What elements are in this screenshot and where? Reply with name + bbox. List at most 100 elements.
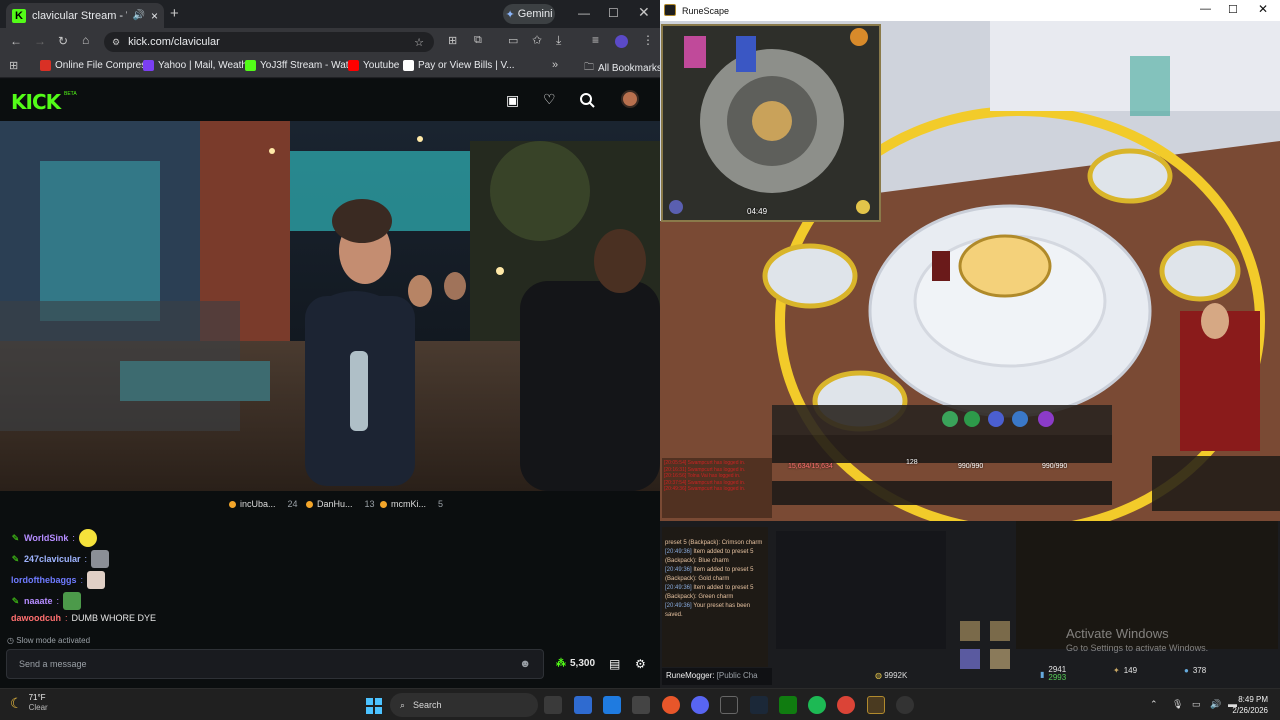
sub-badge-icon: ✎ — [11, 553, 20, 564]
bookmarks-icon[interactable]: ✩ — [532, 33, 542, 47]
tray-expand-icon[interactable]: ⌃ — [1150, 699, 1158, 710]
rs-titlebar: RuneScape — ☐ ✕ — [660, 0, 1280, 21]
download-icon[interactable]: ⤓ — [556, 33, 561, 48]
task-view-icon[interactable] — [544, 696, 562, 714]
menu-icon[interactable]: ⋮ — [642, 33, 654, 47]
slow-mode-notice: ◷ Slow mode activated — [7, 636, 91, 645]
steam-icon[interactable] — [750, 696, 768, 714]
chat-username[interactable]: lordofthebaggs — [11, 575, 77, 585]
money-pouch[interactable]: ◍ 9992K — [875, 671, 907, 680]
browser-window: K clavicular Stream - Watch L 🔊 × + ✦ Ge… — [0, 0, 660, 688]
tab-search-icon[interactable]: ▭ — [508, 34, 518, 47]
app-icon[interactable] — [896, 696, 914, 714]
forward-icon[interactable]: → — [34, 34, 46, 48]
kick-logo[interactable]: KICK — [11, 90, 61, 114]
chat-message: dawoodcuh: DUMB WHORE DYE — [11, 613, 157, 623]
brave-icon[interactable] — [662, 696, 680, 714]
chat-username[interactable]: 247clavicular — [24, 554, 81, 564]
stat-counter: ▮ 2941 2993 — [1040, 665, 1067, 682]
chat-username[interactable]: dawoodcuh — [11, 613, 61, 623]
bookmark-item-3[interactable]: Youtube — [348, 60, 399, 71]
bookmark-item-1[interactable]: Yahoo | Mail, Weath... — [143, 60, 255, 71]
network-icon[interactable]: ▭ — [1192, 699, 1201, 710]
gemini-button[interactable]: ✦ Gemini — [503, 4, 555, 24]
chat-username[interactable]: naaate — [24, 596, 53, 606]
address-bar[interactable]: ⚙ kick.com/clavicular ☆ — [104, 32, 434, 52]
more-bookmarks-icon[interactable]: » — [552, 59, 558, 71]
volume-icon[interactable]: 🔊 — [1210, 699, 1221, 710]
rs-chat-box[interactable]: preset 5 (Backpack): Crimson charm [20:4… — [662, 527, 768, 667]
search-icon[interactable] — [580, 93, 595, 108]
following-icon[interactable]: ▣ — [506, 92, 519, 109]
bookmark-item-4[interactable]: Pay or View Bills | V... — [403, 60, 515, 71]
spotify-icon[interactable] — [808, 696, 826, 714]
runescape-taskbar-icon[interactable] — [867, 696, 885, 714]
taskbar: ☾ 71°F Clear ⌕ Search ⌃ 🎙 ▭ 🔊 ▬ 8:49 PM 2… — [0, 688, 1280, 720]
maximize-icon[interactable]: ☐ — [1228, 3, 1238, 16]
game-viewport[interactable]: 04:49 15,634/15,634 128 990/990 990/990 … — [660, 21, 1280, 521]
media-icon[interactable]: ≡ — [592, 33, 599, 47]
rs-chat-input[interactable]: RuneMogger: [Public Cha — [662, 668, 772, 685]
chat-input[interactable]: Send a message ☻ — [6, 649, 544, 679]
audio-icon[interactable]: 🔊 — [133, 10, 145, 21]
epic-games-icon[interactable] — [720, 696, 738, 714]
reload-icon[interactable]: ↻ — [58, 34, 68, 48]
stream-video[interactable] — [0, 121, 660, 491]
preset-slot-icon[interactable] — [960, 621, 980, 641]
emoji-icon[interactable]: ☻ — [519, 658, 531, 670]
close-tab-icon[interactable]: × — [151, 9, 158, 23]
home-icon[interactable]: ⌂ — [82, 33, 89, 47]
minimize-icon[interactable]: — — [1200, 3, 1211, 15]
rs-chat-line: [20:49:36] Your preset has been saved. — [665, 603, 751, 618]
new-tab-icon[interactable]: + — [170, 5, 179, 22]
game-chatlog: [20:05:54] Swampcurt has logged in. [20:… — [662, 458, 772, 518]
tab-clavicular[interactable]: K clavicular Stream - Watch L 🔊 × — [6, 3, 164, 28]
cast-icon[interactable]: ⧉ — [474, 34, 482, 47]
gift-icon[interactable]: ▤ — [609, 657, 620, 671]
extension-icon[interactable]: ⊞ — [448, 34, 457, 47]
youtube-icon — [348, 60, 359, 71]
coins-icon: ◍ — [875, 671, 885, 680]
maximize-icon[interactable]: ☐ — [608, 6, 619, 20]
heart-icon[interactable]: ♡ — [543, 91, 556, 108]
app-icon[interactable] — [632, 696, 650, 714]
sub-badge-icon: ✎ — [11, 532, 20, 543]
back-icon[interactable]: ← — [10, 34, 22, 48]
channel-points[interactable]: ⁂ 5,300 — [556, 658, 595, 669]
leaderboard-entry-2[interactable]: mcmKi... 5 — [380, 499, 443, 509]
weather-widget[interactable]: ☾ 71°F Clear — [10, 693, 48, 713]
chrome-icon[interactable] — [837, 696, 855, 714]
preset-slot-icon[interactable] — [960, 649, 980, 669]
taskbar-search[interactable]: ⌕ Search — [390, 693, 538, 717]
all-bookmarks[interactable]: 🗀 All Bookmarks — [584, 60, 660, 77]
user-avatar[interactable] — [621, 90, 639, 108]
leader-icon — [229, 500, 236, 508]
profile-avatar[interactable] — [615, 35, 628, 48]
activate-windows-subtitle: Go to Settings to activate Windows. — [1066, 643, 1209, 653]
app-icon[interactable] — [603, 696, 621, 714]
minimize-icon[interactable]: — — [578, 6, 590, 20]
preset-slot-icon[interactable] — [990, 621, 1010, 641]
discord-icon[interactable] — [691, 696, 709, 714]
bookmark-star-icon[interactable]: ☆ — [414, 36, 424, 49]
chat-username[interactable]: WorldSink — [24, 533, 68, 543]
folder-icon: 🗀 — [584, 62, 594, 73]
app-icon[interactable] — [574, 696, 592, 714]
apps-icon[interactable]: ⊞ — [9, 59, 18, 72]
chat-settings-icon[interactable]: ⚙ — [635, 657, 646, 671]
rs-chat-line: preset 5 (Backpack): Crimson charm — [665, 540, 763, 546]
bookmark-item-2[interactable]: YoJ3ff Stream - Wat... — [245, 60, 357, 71]
close-window-icon[interactable]: ✕ — [638, 4, 650, 21]
leaderboard-entry-0[interactable]: incUba... 24 — [229, 499, 298, 509]
preset-grid[interactable] — [776, 531, 946, 649]
bookmark-item-0[interactable]: Online File Compres... — [40, 60, 154, 71]
site-info-icon[interactable]: ⚙ — [112, 37, 120, 48]
windows-start-icon[interactable] — [366, 698, 382, 714]
close-window-icon[interactable]: ✕ — [1258, 2, 1268, 16]
preset-slot-icon[interactable] — [990, 649, 1010, 669]
leaderboard-entry-1[interactable]: DanHu... 13 — [306, 499, 375, 509]
taskbar-clock[interactable]: 8:49 PM 2/26/2026 — [1232, 694, 1268, 716]
microphone-icon[interactable]: 🎙 — [1172, 699, 1183, 710]
xbox-icon[interactable] — [779, 696, 797, 714]
chat-message: lordofthebaggs: — [11, 571, 106, 589]
